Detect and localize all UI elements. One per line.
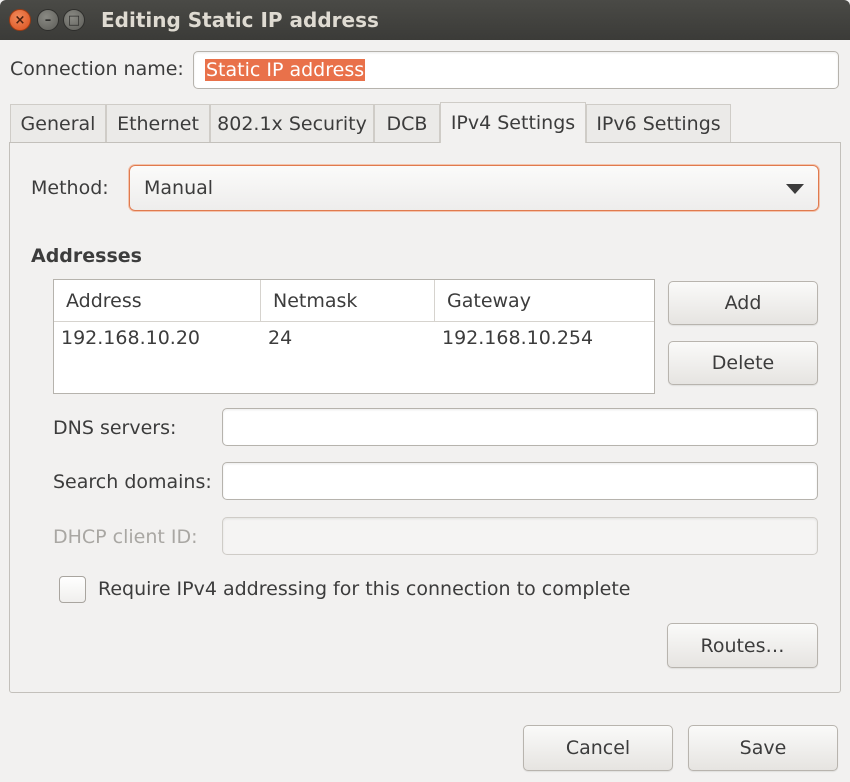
connection-name-value: Static IP address — [205, 59, 366, 81]
tab-label: IPv4 Settings — [450, 112, 576, 134]
chevron-down-icon — [786, 184, 804, 194]
method-dropdown[interactable]: Manual — [129, 165, 819, 211]
cell-netmask[interactable]: 24 — [268, 327, 292, 349]
delete-address-button[interactable]: Delete — [668, 341, 818, 385]
minimize-window-button[interactable]: – — [37, 9, 59, 31]
tab-general[interactable]: General — [10, 104, 106, 143]
close-window-button[interactable]: × — [9, 9, 31, 31]
dhcp-client-id-input — [222, 517, 818, 555]
column-header-label: Address — [66, 289, 142, 312]
routes-button[interactable]: Routes… — [667, 623, 818, 668]
tab-ipv6-settings[interactable]: IPv6 Settings — [586, 104, 731, 143]
dns-servers-label: DNS servers: — [53, 417, 177, 439]
column-header-address[interactable]: Address — [54, 280, 261, 322]
column-header-gateway[interactable]: Gateway — [435, 280, 654, 322]
addresses-heading: Addresses — [31, 245, 142, 267]
connection-name-label: Connection name: — [10, 58, 184, 80]
dns-servers-input[interactable] — [222, 408, 818, 446]
cancel-button[interactable]: Cancel — [523, 725, 673, 771]
maximize-window-button[interactable]: □ — [63, 9, 85, 31]
search-domains-label: Search domains: — [53, 471, 212, 493]
method-label: Method: — [31, 177, 109, 199]
button-label: Routes… — [700, 634, 785, 657]
search-domains-input[interactable] — [222, 462, 818, 500]
tab-label: General — [20, 113, 96, 135]
title-bar: × – □ Editing Static IP address — [0, 0, 850, 40]
window-title: Editing Static IP address — [101, 8, 379, 32]
method-value: Manual — [144, 177, 214, 199]
cell-gateway[interactable]: 192.168.10.254 — [442, 327, 593, 349]
dhcp-client-id-label: DHCP client ID: — [53, 526, 198, 548]
button-label: Cancel — [565, 737, 631, 759]
tab-label: DCB — [386, 113, 428, 135]
button-label: Add — [724, 292, 762, 314]
add-address-button[interactable]: Add — [668, 281, 818, 325]
addresses-table[interactable]: Address Netmask Gateway 192.168.10.20 24… — [53, 279, 655, 394]
require-ipv4-label[interactable]: Require IPv4 addressing for this connect… — [98, 578, 631, 600]
tab-802-1x-security[interactable]: 802.1x Security — [210, 104, 374, 143]
tab-label: IPv6 Settings — [596, 113, 721, 135]
save-button[interactable]: Save — [688, 725, 838, 771]
button-label: Save — [739, 737, 787, 759]
connection-name-input[interactable]: Static IP address — [193, 51, 839, 89]
button-label: Delete — [711, 352, 775, 374]
tab-ipv4-settings[interactable]: IPv4 Settings — [440, 102, 586, 143]
tab-label: 802.1x Security — [217, 113, 367, 135]
column-header-label: Gateway — [447, 289, 531, 312]
tab-dcb[interactable]: DCB — [374, 104, 440, 143]
tab-label: Ethernet — [117, 113, 199, 135]
require-ipv4-checkbox[interactable] — [59, 576, 86, 603]
column-header-netmask[interactable]: Netmask — [261, 280, 435, 322]
tab-ethernet[interactable]: Ethernet — [106, 104, 210, 143]
cell-address[interactable]: 192.168.10.20 — [61, 327, 200, 349]
column-header-label: Netmask — [273, 289, 358, 312]
